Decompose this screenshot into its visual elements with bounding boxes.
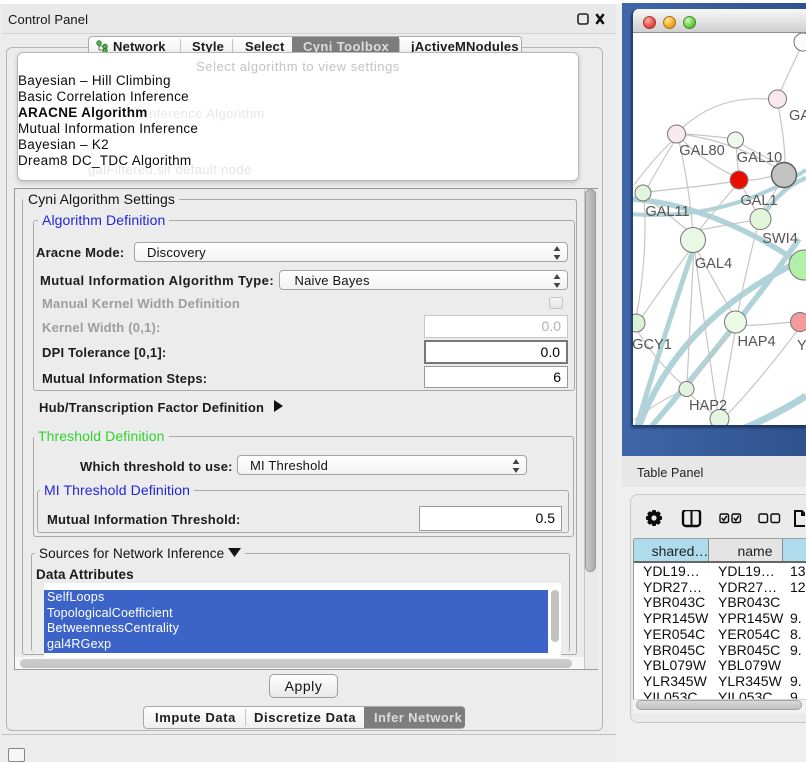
svg-text:HAP4: HAP4 (737, 334, 775, 350)
svg-text:GAL7: GAL7 (789, 108, 806, 124)
svg-text:GAL4: GAL4 (695, 256, 732, 272)
svg-text:GAL1: GAL1 (740, 193, 777, 209)
svg-text:GAL80: GAL80 (679, 143, 724, 159)
svg-text:HAP2: HAP2 (689, 398, 727, 414)
svg-text:SWI4: SWI4 (762, 231, 798, 247)
svg-text:GCY1: GCY1 (633, 337, 672, 353)
svg-text:GAL10: GAL10 (737, 150, 782, 166)
svg-text:GAL11: GAL11 (645, 204, 689, 220)
svg-text:YJ: YJ (797, 338, 806, 354)
